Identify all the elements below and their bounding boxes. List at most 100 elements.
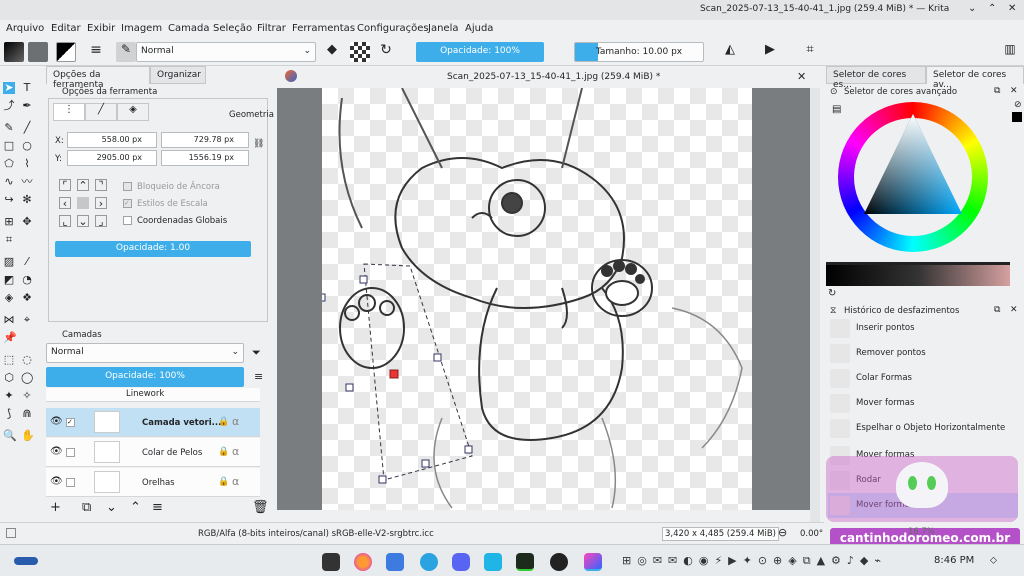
menu-exibir[interactable]: Exibir bbox=[87, 23, 115, 34]
edit-brush-presets-icon[interactable]: ≡ bbox=[86, 42, 106, 62]
tab-tool-options[interactable]: Opções da ferramenta bbox=[46, 66, 150, 90]
app-launcher-icon[interactable] bbox=[14, 557, 38, 565]
size-slider[interactable]: Tamanho: 10.00 px bbox=[574, 42, 704, 62]
menu-arquivo[interactable]: Arquivo bbox=[6, 23, 44, 34]
anchor-tl-icon[interactable]: ⌜ bbox=[59, 179, 71, 192]
lock-icon[interactable]: 🔒 bbox=[218, 477, 229, 487]
anchor-tr-icon[interactable]: ⌝ bbox=[95, 179, 107, 192]
anchor-br-icon[interactable]: ⌟ bbox=[95, 215, 107, 228]
anchor-b-icon[interactable]: ⌄ bbox=[77, 215, 89, 228]
anchor-l-icon[interactable]: ‹ bbox=[59, 197, 71, 210]
freehand-brush-icon[interactable]: ✎ bbox=[3, 122, 15, 134]
firefox-icon[interactable] bbox=[354, 553, 372, 571]
close-icon[interactable]: ✕ bbox=[1008, 3, 1016, 14]
current-color-swatch[interactable] bbox=[1012, 112, 1022, 122]
maximize-icon[interactable]: ⌃ bbox=[988, 3, 996, 14]
rect-select-icon[interactable]: ⬚ bbox=[3, 354, 15, 366]
tab-color-selector-specific[interactable]: Seletor de cores es... bbox=[826, 66, 926, 90]
close-docker-icon[interactable]: ✕ bbox=[1010, 305, 1018, 315]
kde-connect-icon[interactable] bbox=[484, 553, 502, 571]
menu-imagem[interactable]: Imagem bbox=[121, 23, 162, 34]
color-wheel[interactable] bbox=[838, 102, 988, 252]
layer-row[interactable]: 👁 ✓ Camada vetori... 🔒 α bbox=[46, 408, 260, 437]
eye-icon[interactable]: 👁 bbox=[50, 416, 63, 427]
multibrush-icon[interactable]: ✻ bbox=[21, 194, 33, 206]
ellipse-tool-icon[interactable]: ○ bbox=[21, 140, 33, 152]
clock[interactable]: 8:46 PM bbox=[934, 555, 974, 566]
height-field[interactable]: 1556.19 px bbox=[161, 150, 249, 166]
document-tab[interactable]: Scan_2025-07-13_15-40-41_1.jpg (259.4 Mi… bbox=[447, 72, 660, 82]
rectangle-tool-icon[interactable]: □ bbox=[3, 140, 15, 152]
tray-icons[interactable]: ⊞◎✉✉◐◉⚡▶✦⊙⊕◈⧉▲⚙♪◆⌁ bbox=[622, 554, 887, 568]
layer-select-checkbox[interactable]: ✓ bbox=[66, 418, 75, 427]
lock-icon[interactable]: 🔒 bbox=[218, 417, 229, 427]
magnetic-select-icon[interactable]: ⋒ bbox=[21, 408, 33, 420]
text-tool-icon[interactable]: T bbox=[21, 82, 33, 94]
tab-stroke-icon[interactable]: ╱ bbox=[85, 103, 117, 121]
gradient-tool-icon[interactable]: ▨ bbox=[3, 256, 15, 268]
fill-tool-icon[interactable]: ◈ bbox=[3, 292, 15, 304]
alpha-icon[interactable]: α bbox=[232, 475, 239, 488]
krita-icon[interactable] bbox=[584, 553, 602, 571]
layer-row[interactable]: 👁 Orelhas 🔒 α bbox=[46, 468, 260, 497]
color-picker-icon[interactable]: ⁄ bbox=[21, 256, 33, 268]
minimize-icon[interactable]: ⌄ bbox=[968, 3, 976, 14]
alpha-lock-icon[interactable] bbox=[350, 42, 370, 62]
workspace-icon[interactable]: ▥ bbox=[1000, 42, 1020, 62]
layer-row[interactable]: Linework bbox=[46, 388, 260, 402]
menu-ferramentas[interactable]: Ferramentas bbox=[292, 23, 355, 34]
global-coords-checkbox[interactable] bbox=[123, 216, 132, 225]
telegram-icon[interactable] bbox=[420, 553, 438, 571]
gradient-preset-icon[interactable] bbox=[4, 42, 24, 62]
pan-tool-icon[interactable]: ✋ bbox=[21, 430, 35, 442]
eye-icon[interactable]: 👁 bbox=[50, 446, 63, 457]
history-item[interactable]: Inserir pontos bbox=[828, 316, 1018, 341]
menu-ajuda[interactable]: Ajuda bbox=[465, 23, 493, 34]
menu-filtrar[interactable]: Filtrar bbox=[257, 23, 286, 34]
color-settings-icon[interactable]: ▤ bbox=[832, 104, 841, 115]
system-monitor-icon[interactable] bbox=[516, 553, 534, 571]
reload-preset-icon[interactable]: ↻ bbox=[376, 42, 396, 62]
close-document-icon[interactable]: ✕ bbox=[797, 70, 806, 83]
similar-select-icon[interactable]: ✧ bbox=[21, 390, 33, 402]
discord-icon[interactable] bbox=[452, 553, 470, 571]
menu-camada[interactable]: Camada bbox=[168, 23, 209, 34]
shape-opacity-slider[interactable]: Opacidade: 1.00 bbox=[55, 241, 251, 257]
obs-icon[interactable] bbox=[550, 553, 568, 571]
scale-styles-checkbox[interactable]: ✓ bbox=[123, 199, 132, 208]
rotation-label[interactable]: 0.00° bbox=[800, 529, 823, 539]
rotation-icon[interactable]: ⊖ bbox=[778, 526, 787, 539]
ellipse-select-icon[interactable]: ◌ bbox=[21, 354, 33, 366]
eye-icon[interactable]: 👁 bbox=[50, 476, 63, 487]
history-item[interactable]: Mover formas bbox=[828, 391, 1018, 416]
close-docker-icon[interactable]: ✕ bbox=[1010, 86, 1018, 96]
mirror-vertical-icon[interactable]: ▶ bbox=[760, 42, 780, 62]
vertical-scrollbar[interactable] bbox=[810, 88, 820, 522]
add-layer-icon[interactable]: + bbox=[50, 500, 61, 515]
duplicate-layer-icon[interactable]: ⧉ bbox=[82, 500, 91, 515]
fg-bg-color-icon[interactable] bbox=[56, 42, 76, 62]
float-icon[interactable]: ⧉ bbox=[994, 86, 1000, 96]
history-item[interactable]: Espelhar o Objeto Horizontalmente bbox=[828, 416, 1018, 441]
polygon-tool-icon[interactable]: ⬠ bbox=[3, 158, 15, 170]
brush-preset-icon[interactable]: ✎ bbox=[116, 42, 136, 62]
menu-selecao[interactable]: Seleção bbox=[213, 23, 252, 34]
polyline-tool-icon[interactable]: ⌇ bbox=[21, 158, 33, 170]
color-history-strip[interactable] bbox=[826, 262, 1010, 286]
menu-configuracoes[interactable]: Configurações bbox=[357, 23, 429, 34]
colorize-mask-icon[interactable]: ◩ bbox=[3, 274, 15, 286]
history-item[interactable]: Colar Formas bbox=[828, 366, 1018, 391]
tab-geometry-select-icon[interactable]: ⋮ bbox=[53, 103, 85, 121]
dynamic-brush-icon[interactable]: ↪ bbox=[3, 194, 15, 206]
refresh-icon[interactable]: ↻ bbox=[828, 288, 836, 299]
tab-fill-icon[interactable]: ◈ bbox=[117, 103, 149, 121]
smart-patch-icon[interactable]: ◔ bbox=[21, 274, 33, 286]
layer-menu-icon[interactable]: ≡ bbox=[254, 370, 263, 383]
layer-select-checkbox[interactable] bbox=[66, 478, 75, 487]
tab-organize[interactable]: Organizar bbox=[150, 66, 206, 84]
blend-mode-select[interactable]: Normal ⌄ bbox=[136, 42, 316, 62]
layer-properties-icon[interactable]: ≡ bbox=[152, 500, 163, 515]
anchor-t-icon[interactable]: ⌃ bbox=[77, 179, 89, 192]
filter-icon[interactable]: ⏷ bbox=[252, 346, 261, 360]
measure-tool-icon[interactable]: ⌖ bbox=[21, 314, 33, 326]
